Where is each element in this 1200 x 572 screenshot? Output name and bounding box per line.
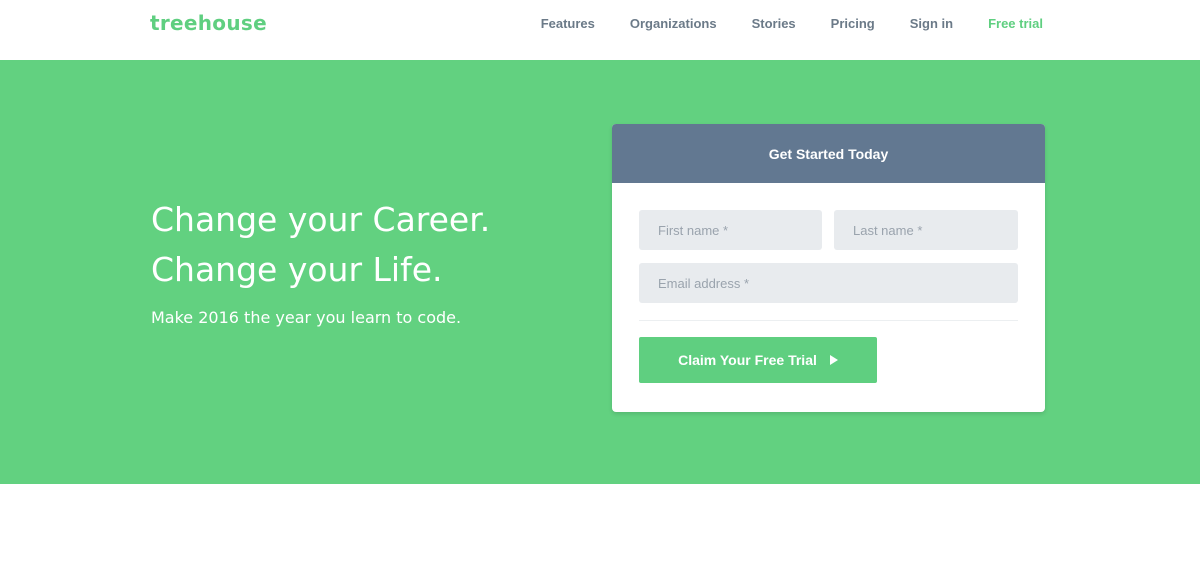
claim-free-trial-button[interactable]: Claim Your Free Trial — [639, 337, 877, 383]
main-nav: Features Organizations Stories Pricing S… — [506, 16, 1043, 32]
nav-sign-in-link[interactable]: Sign in — [910, 16, 953, 32]
hero-headline: Change your Career. Change your Life. — [151, 195, 571, 295]
nav-stories-link[interactable]: Stories — [752, 16, 796, 32]
top-navigation-bar: treehouse Features Organizations Stories… — [0, 0, 1200, 60]
signup-card: Get Started Today Claim Your Free Trial — [612, 124, 1045, 412]
nav-organizations-link[interactable]: Organizations — [630, 16, 717, 32]
claim-free-trial-label: Claim Your Free Trial — [678, 352, 817, 368]
hero-section: Change your Career. Change your Life. Ma… — [0, 60, 1200, 484]
form-divider — [639, 320, 1018, 321]
treehouse-logo[interactable]: treehouse — [150, 11, 267, 35]
headline-line-2: Change your Life. — [151, 250, 443, 289]
play-arrow-icon — [829, 355, 838, 365]
first-name-input[interactable] — [639, 210, 822, 250]
signup-card-title: Get Started Today — [612, 124, 1045, 183]
hero-subheadline: Make 2016 the year you learn to code. — [151, 308, 462, 327]
last-name-input[interactable] — [834, 210, 1018, 250]
nav-features-link[interactable]: Features — [541, 16, 595, 32]
email-input[interactable] — [639, 263, 1018, 303]
nav-free-trial-link[interactable]: Free trial — [988, 16, 1043, 32]
headline-line-1: Change your Career. — [151, 200, 491, 239]
nav-pricing-link[interactable]: Pricing — [831, 16, 875, 32]
